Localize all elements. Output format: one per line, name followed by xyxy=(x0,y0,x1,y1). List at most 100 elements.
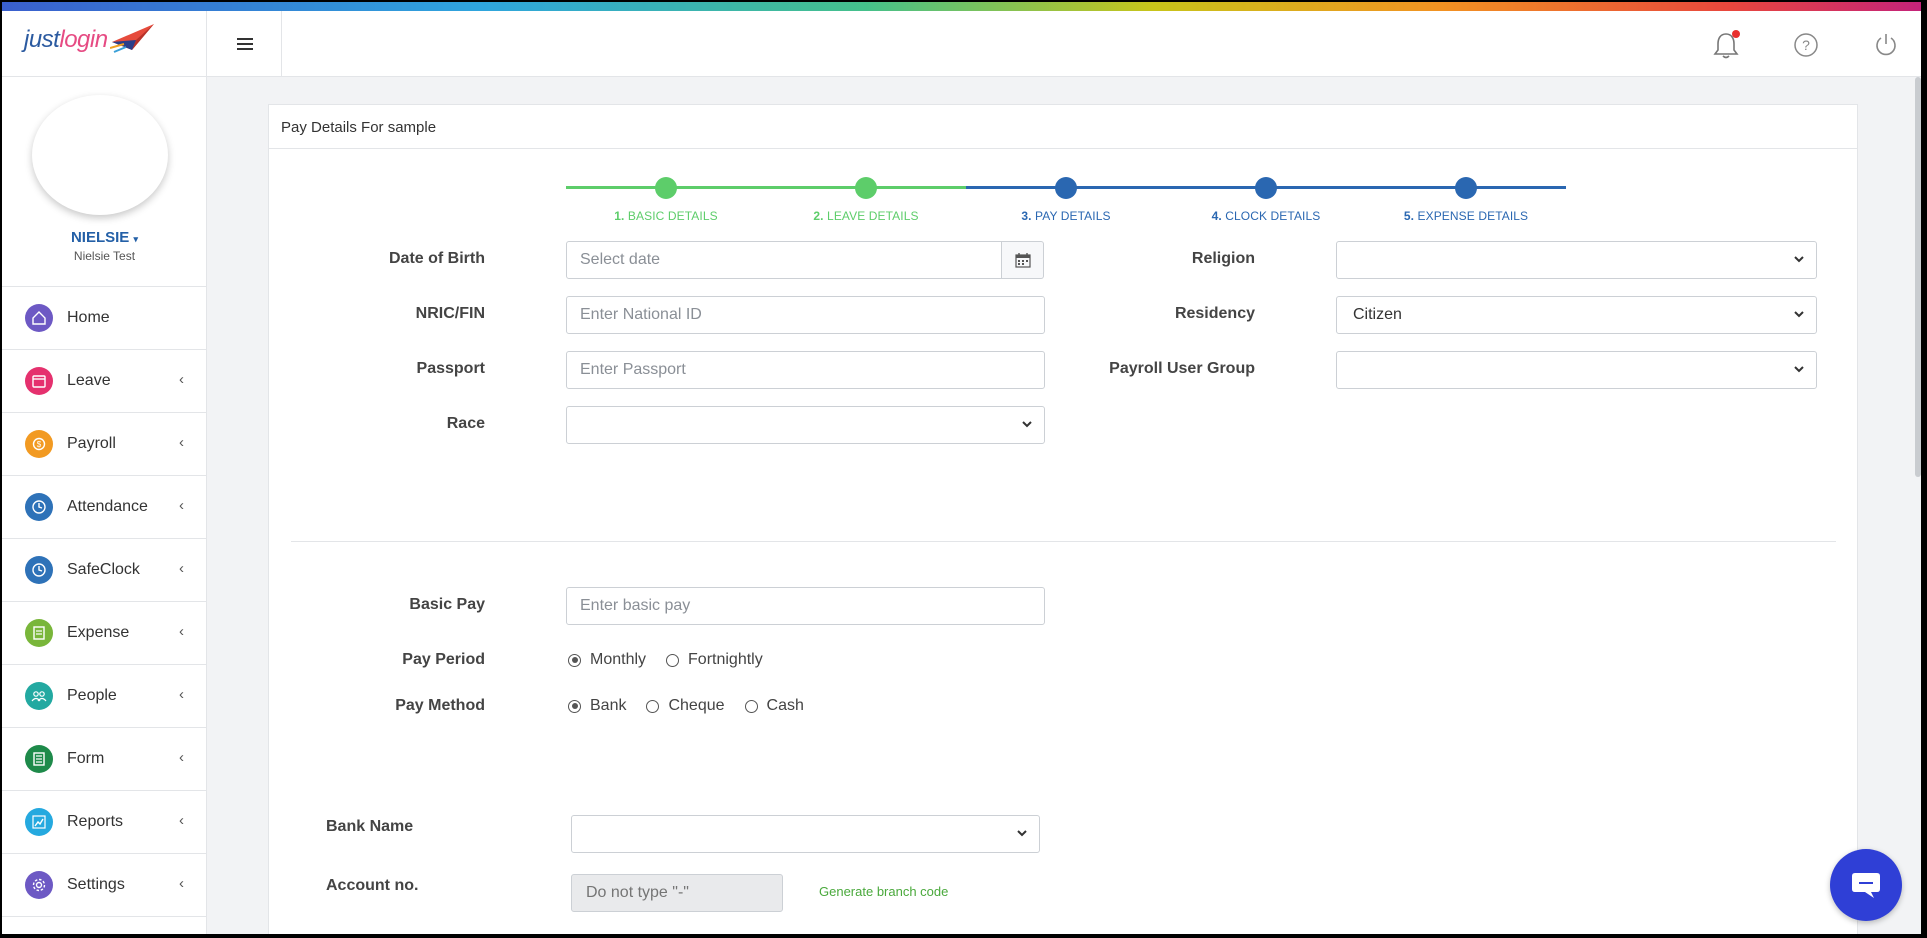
step-2[interactable]: 2. LEAVE DETAILS xyxy=(766,177,966,223)
sidebar: NIELSIE ▾ Nielsie Test Home Leave ‹ $ Payrol… xyxy=(2,77,207,934)
sidebar-item-label: Form xyxy=(67,750,105,767)
step-label: 5. EXPENSE DETAILS xyxy=(1403,209,1529,223)
chat-icon xyxy=(1852,873,1880,898)
form-icon xyxy=(25,745,53,773)
section-divider xyxy=(291,541,1836,542)
pay-method-label: Pay Method xyxy=(395,697,485,714)
basic-pay-input[interactable] xyxy=(566,587,1045,625)
caret-down-icon: ▾ xyxy=(133,234,139,244)
chevron-left-icon: ‹ xyxy=(179,812,184,829)
passport-input[interactable] xyxy=(566,351,1045,389)
pay-method-radio-group: Bank Cheque Cash xyxy=(568,697,824,715)
avatar[interactable] xyxy=(32,95,168,215)
power-icon xyxy=(1876,34,1896,56)
residency-value: Citizen xyxy=(1353,306,1402,323)
help-icon: ? xyxy=(1794,33,1818,57)
pay-method-radio-bank[interactable] xyxy=(568,699,581,713)
chevron-left-icon: ‹ xyxy=(179,875,184,892)
step-5[interactable]: 5. EXPENSE DETAILS xyxy=(1366,177,1566,223)
step-dot xyxy=(1255,177,1277,199)
bank-name-select[interactable] xyxy=(571,815,1040,853)
sidebar-nav: Home Leave ‹ $ Payroll ‹ Attendance ‹ SafeClock ‹… xyxy=(2,286,206,917)
religion-select[interactable] xyxy=(1336,241,1817,279)
step-3[interactable]: 3. PAY DETAILS xyxy=(966,177,1166,223)
pay-period-option-label[interactable]: Monthly xyxy=(590,651,646,669)
payroll-group-select[interactable] xyxy=(1336,351,1817,389)
step-dot xyxy=(1455,177,1477,199)
sidebar-item-label: Settings xyxy=(67,876,125,893)
pay-method-radio-cash[interactable] xyxy=(744,699,758,713)
sidebar-item-label: SafeClock xyxy=(67,561,140,578)
pay-period-label: Pay Period xyxy=(402,651,485,668)
sidebar-item-attendance[interactable]: Attendance ‹ xyxy=(2,476,206,539)
account-no-input[interactable] xyxy=(571,874,783,912)
sidebar-item-home[interactable]: Home xyxy=(2,287,206,350)
pay-method-option-label[interactable]: Cheque xyxy=(668,697,724,715)
sidebar-item-form[interactable]: Form ‹ xyxy=(2,728,206,791)
nric-input[interactable] xyxy=(566,296,1045,334)
top-header: justlogin ? xyxy=(2,11,1921,77)
leave-icon xyxy=(25,367,53,395)
help-button[interactable]: ? xyxy=(1792,31,1820,59)
svg-text:$: $ xyxy=(37,440,42,449)
user-name: NIELSIE xyxy=(70,229,130,246)
chevron-down-icon xyxy=(1017,830,1027,837)
step-1[interactable]: 1. BASIC DETAILS xyxy=(566,177,766,223)
justlogin-logo[interactable]: justlogin xyxy=(24,24,156,54)
pay-period-radio-monthly[interactable] xyxy=(568,653,581,667)
chevron-left-icon: ‹ xyxy=(179,560,184,577)
chevron-down-icon xyxy=(1794,256,1804,263)
residency-select[interactable]: Citizen xyxy=(1336,296,1817,334)
sidebar-item-label: Expense xyxy=(67,624,130,641)
card-title: Pay Details For sample xyxy=(269,105,1857,149)
dob-input[interactable] xyxy=(566,241,1002,279)
logout-button[interactable] xyxy=(1872,31,1900,59)
chevron-left-icon: ‹ xyxy=(179,749,184,766)
sidebar-item-label: Leave xyxy=(67,372,111,389)
sidebar-item-payroll[interactable]: $ Payroll ‹ xyxy=(2,413,206,476)
clock-icon xyxy=(25,556,53,584)
user-menu-toggle[interactable]: NIELSIE ▾ xyxy=(2,229,207,246)
pay-period-radio-group: Monthly Fortnightly xyxy=(568,651,783,669)
chevron-left-icon: ‹ xyxy=(179,623,184,640)
page-scrollbar[interactable] xyxy=(1915,77,1921,477)
pay-period-option-label[interactable]: Fortnightly xyxy=(688,651,763,669)
wizard-stepper: 1. BASIC DETAILS 2. LEAVE DETAILS 3. PAY D… xyxy=(566,177,1566,223)
basic-pay-label: Basic Pay xyxy=(409,596,485,613)
passport-label: Passport xyxy=(416,360,485,377)
pay-period-radio-fortnightly[interactable] xyxy=(666,653,680,667)
pay-method-option-label[interactable]: Bank xyxy=(590,697,626,715)
sidebar-item-leave[interactable]: Leave ‹ xyxy=(2,350,206,413)
sidebar-item-settings[interactable]: Settings ‹ xyxy=(2,854,206,917)
race-select[interactable] xyxy=(566,406,1045,444)
pay-method-radio-cheque[interactable] xyxy=(646,699,660,713)
step-4[interactable]: 4. CLOCK DETAILS xyxy=(1166,177,1366,223)
pay-method-option-label[interactable]: Cash xyxy=(767,697,804,715)
chat-widget-button[interactable] xyxy=(1830,849,1902,921)
calendar-button[interactable] xyxy=(1002,241,1044,279)
home-icon xyxy=(25,304,53,332)
religion-label: Religion xyxy=(1191,250,1255,267)
step-dot xyxy=(655,177,677,199)
calendar-icon xyxy=(1014,253,1031,268)
chevron-down-icon xyxy=(1022,421,1032,428)
reports-icon xyxy=(25,808,53,836)
bank-name-label: Bank Name xyxy=(326,818,414,835)
app-window: justlogin ? NIELSIE ▾ Nielsie Test Home … xyxy=(2,2,1921,934)
payroll-icon: $ xyxy=(25,430,53,458)
sidebar-item-safeclock[interactable]: SafeClock ‹ xyxy=(2,539,206,602)
chevron-left-icon: ‹ xyxy=(179,434,184,451)
sidebar-item-label: Home xyxy=(67,309,110,326)
step-dot xyxy=(855,177,877,199)
menu-toggle-button[interactable] xyxy=(208,11,282,77)
clock-icon xyxy=(25,493,53,521)
generate-branch-code-link[interactable]: Generate branch code xyxy=(819,884,948,899)
notifications-button[interactable] xyxy=(1712,30,1740,59)
step-dot xyxy=(1055,177,1077,199)
sidebar-item-label: Attendance xyxy=(67,498,148,515)
sidebar-item-reports[interactable]: Reports ‹ xyxy=(2,791,206,854)
sidebar-item-people[interactable]: People ‹ xyxy=(2,665,206,728)
notification-dot xyxy=(1732,30,1740,38)
sidebar-item-expense[interactable]: Expense ‹ xyxy=(2,602,206,665)
step-label: 1. BASIC DETAILS xyxy=(614,209,718,223)
